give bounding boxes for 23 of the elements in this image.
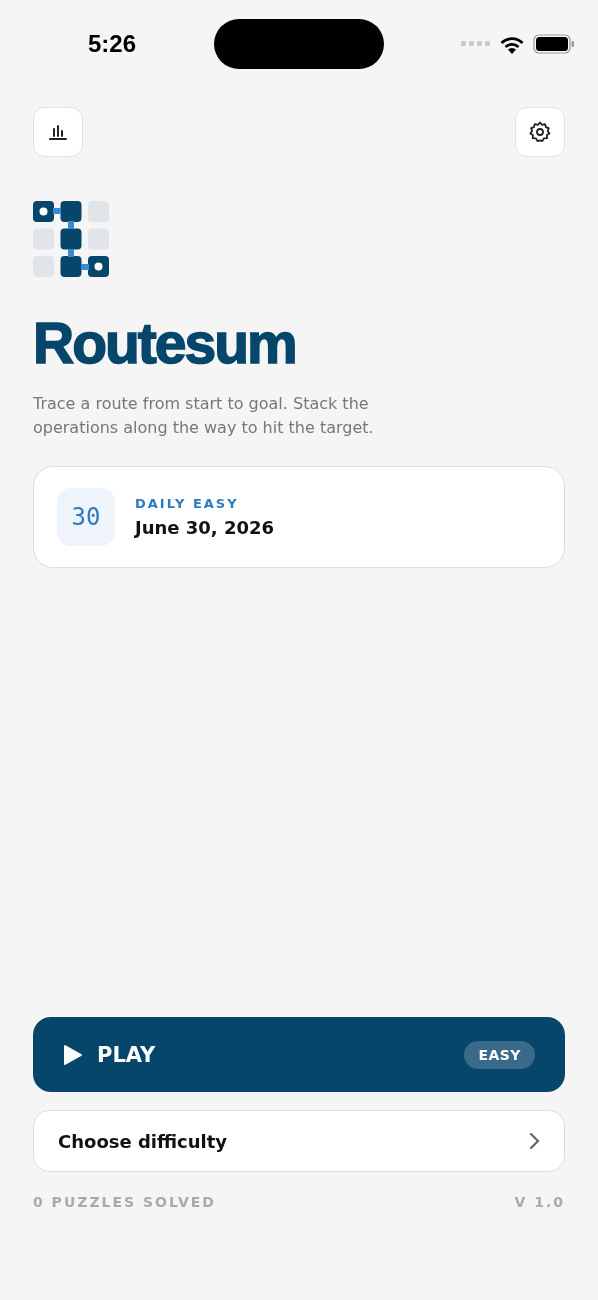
choose-difficulty-button[interactable]: Choose difficulty — [33, 1110, 565, 1172]
stats-button[interactable] — [33, 107, 83, 157]
daily-label: DAILY EASY — [135, 496, 240, 511]
wifi-icon — [499, 34, 525, 54]
settings-button[interactable] — [515, 107, 565, 157]
status-time: 5:26 — [88, 30, 138, 58]
puzzles-solved: 0 PUZZLES SOLVED — [33, 1194, 216, 1210]
logo-icon — [33, 201, 109, 277]
battery-icon — [533, 34, 575, 54]
app-title: Routesum — [33, 315, 297, 372]
play-icon — [63, 1043, 83, 1066]
day-number: 30 — [57, 488, 115, 546]
daily-date: June 30, 2026 — [135, 517, 275, 538]
play-button[interactable]: PLAY EASY — [33, 1017, 565, 1092]
app-description: Trace a route from start to goal. Stack the operations along the way to hit the target. — [33, 393, 375, 439]
daily-card[interactable]: 30 DAILY EASY June 30, 2026 — [33, 466, 565, 568]
choose-difficulty-label: Choose difficulty — [58, 1130, 229, 1152]
play-label: PLAY — [97, 1042, 156, 1067]
difficulty-badge: EASY — [464, 1040, 535, 1069]
chevron-icon — [528, 1131, 540, 1151]
signal-icon — [461, 41, 491, 47]
version-label: V 1.0 — [514, 1194, 565, 1210]
settings-icon — [528, 120, 552, 144]
